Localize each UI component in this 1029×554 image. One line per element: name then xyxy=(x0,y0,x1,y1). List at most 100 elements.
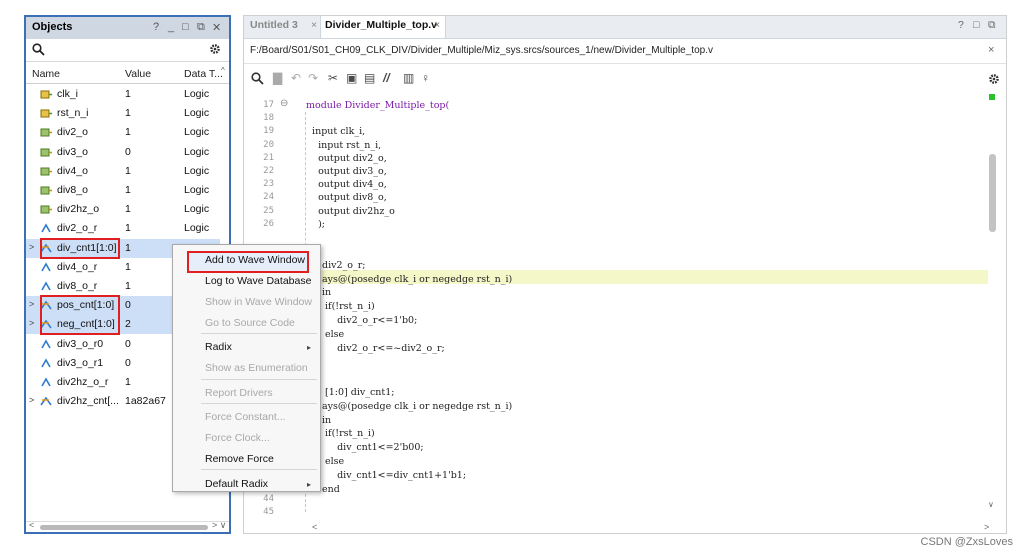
object-value: 1 xyxy=(125,107,131,119)
help-button[interactable]: ? xyxy=(153,21,159,33)
expand-icon[interactable]: > xyxy=(29,395,34,405)
code-line: div_cnt1<=2'b00; xyxy=(322,442,424,453)
object-value: 2 xyxy=(125,318,131,330)
code-line: div2_o_r<=~div2_o_r; xyxy=(322,343,445,354)
object-row[interactable]: div8_o 1 Logic xyxy=(26,181,220,200)
column-value[interactable]: Value xyxy=(125,68,151,80)
save-icon[interactable]: ▇ xyxy=(273,71,282,85)
close-button[interactable]: ✕ xyxy=(212,21,221,34)
minimize-button[interactable]: _ xyxy=(168,21,174,33)
copy-icon[interactable]: ▣ xyxy=(346,71,357,85)
object-value: 0 xyxy=(125,338,131,350)
scroll-up-arrow[interactable]: ^ xyxy=(221,66,225,75)
column-name[interactable]: Name xyxy=(32,68,60,80)
maximize-button[interactable]: □ xyxy=(182,21,189,33)
menu-item-show-in-wave-window[interactable]: Show in Wave Window xyxy=(205,296,312,308)
menu-separator xyxy=(201,379,317,380)
code-line: div2_o_r; xyxy=(322,260,366,271)
object-value: 1 xyxy=(125,126,131,138)
menu-item-force-clock[interactable]: Force Clock... xyxy=(205,432,270,444)
object-name: div8_o xyxy=(57,184,88,196)
menu-item-log-to-wave-database[interactable]: Log to Wave Database xyxy=(205,275,311,287)
scroll-left-arrow[interactable]: < xyxy=(312,522,317,532)
objects-titlebar: Objects ? _ □ ⧉ ✕ xyxy=(26,17,229,39)
columns-icon[interactable]: ▥ xyxy=(403,71,414,85)
object-row[interactable]: div2_o 1 Logic xyxy=(26,123,220,142)
fold-icon[interactable]: ⊖ xyxy=(280,98,288,109)
object-row[interactable]: div2hz_o 1 Logic xyxy=(26,200,220,219)
close-icon[interactable]: × xyxy=(311,19,317,31)
tab-untitled-3[interactable]: Untitled 3 xyxy=(250,19,298,31)
file-path: F:/Board/S01/S01_CH09_CLK_DIV/Divider_Mu… xyxy=(250,45,713,56)
tab-divider-multiple-top[interactable]: Divider_Multiple_top.v × xyxy=(320,16,446,38)
object-name: div2_o_r xyxy=(57,222,98,234)
menu-item-add-to-wave-window[interactable]: Add to Wave Window xyxy=(205,254,305,266)
menu-item-go-to-source-code[interactable]: Go to Source Code xyxy=(205,317,295,329)
object-value: 1 xyxy=(125,280,131,292)
context-menu: Add to Wave Window Log to Wave Database Sh… xyxy=(172,244,321,492)
object-name: div2hz_o_r xyxy=(57,376,109,388)
editor-vertical-scrollbar[interactable]: ∨ xyxy=(988,94,1002,514)
code-line: else xyxy=(322,456,345,467)
line-number: 44 xyxy=(263,494,274,504)
object-row[interactable]: div2_o_r 1 Logic xyxy=(26,219,220,238)
menu-item-remove-force[interactable]: Remove Force xyxy=(205,453,274,465)
lightbulb-icon[interactable]: ♀ xyxy=(421,71,430,85)
object-name: div2hz_o xyxy=(57,203,100,215)
code-line: output div2_o, xyxy=(306,153,387,164)
object-row[interactable]: div4_o 1 Logic xyxy=(26,162,220,181)
column-data-type[interactable]: Data T... xyxy=(184,68,223,80)
close-icon[interactable]: × xyxy=(434,19,440,31)
close-icon[interactable]: × xyxy=(988,44,994,56)
expand-icon[interactable]: > xyxy=(29,299,34,309)
menu-item-force-constant[interactable]: Force Constant... xyxy=(205,411,286,423)
object-name: div4_o xyxy=(57,165,88,177)
line-number: 20 xyxy=(263,140,274,150)
paste-icon[interactable]: ▤ xyxy=(364,71,375,85)
comment-icon[interactable]: // xyxy=(383,71,390,85)
gear-icon[interactable] xyxy=(209,43,221,55)
file-path-bar: F:/Board/S01/S01_CH09_CLK_DIV/Divider_Mu… xyxy=(244,39,1006,64)
object-data-type: Logic xyxy=(184,107,210,119)
submenu-arrow-icon: ▸ xyxy=(307,480,312,489)
gear-icon[interactable] xyxy=(988,73,1000,85)
scroll-thumb[interactable] xyxy=(40,525,208,530)
float-button[interactable]: ⧉ xyxy=(197,21,205,34)
scroll-left-arrow[interactable]: < xyxy=(29,520,34,530)
code-line: module Divider_Multiple_top( xyxy=(306,100,450,111)
menu-item-report-drivers[interactable]: Report Drivers xyxy=(205,387,273,399)
port-out-icon xyxy=(40,128,52,137)
undo-icon[interactable]: ↶ xyxy=(291,71,301,85)
maximize-button[interactable]: □ xyxy=(973,19,979,31)
expand-icon[interactable]: > xyxy=(29,242,34,252)
line-number: 45 xyxy=(263,507,274,517)
search-icon[interactable] xyxy=(251,72,264,85)
port-in-icon xyxy=(40,90,52,99)
menu-item-show-as-enumeration[interactable]: Show as Enumeration xyxy=(205,362,308,374)
object-row[interactable]: clk_i 1 Logic xyxy=(26,85,220,104)
scroll-thumb[interactable] xyxy=(989,154,996,232)
search-icon[interactable] xyxy=(32,43,45,56)
object-value: 1 xyxy=(125,261,131,273)
help-button[interactable]: ? xyxy=(958,19,964,31)
code-line: output div4_o, xyxy=(306,179,387,190)
expand-icon[interactable]: > xyxy=(29,318,34,328)
float-button[interactable]: ⧉ xyxy=(988,19,996,32)
menu-item-default-radix[interactable]: Default Radix xyxy=(205,478,268,490)
cut-icon[interactable]: ✂ xyxy=(328,71,338,85)
objects-horizontal-scrollbar[interactable]: < > ∨ xyxy=(26,520,229,533)
redo-icon[interactable]: ↷ xyxy=(308,71,318,85)
menu-item-radix[interactable]: Radix xyxy=(205,341,232,353)
object-row[interactable]: rst_n_i 1 Logic xyxy=(26,104,220,123)
scroll-right-arrow[interactable]: > ∨ xyxy=(212,520,226,531)
editor-tab-bar: Untitled 3 × Divider_Multiple_top.v × ? … xyxy=(244,16,1006,39)
object-name: rst_n_i xyxy=(57,107,89,119)
scroll-right-arrow[interactable]: > xyxy=(984,522,989,532)
object-data-type: Logic xyxy=(184,165,210,177)
menu-separator xyxy=(201,333,317,334)
source-editor-panel: Untitled 3 × Divider_Multiple_top.v × ? … xyxy=(243,15,1007,534)
object-data-type: Logic xyxy=(184,222,210,234)
scroll-down-arrow[interactable]: ∨ xyxy=(988,500,994,509)
object-row[interactable]: div3_o 0 Logic xyxy=(26,143,220,162)
code-line: output div2hz_o xyxy=(306,206,395,217)
